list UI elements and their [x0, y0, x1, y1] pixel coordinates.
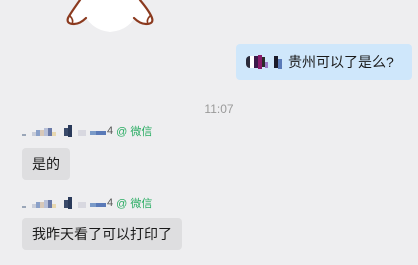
message-timestamp: 11:07	[204, 102, 234, 116]
outgoing-message-text: 贵州可以了是么?	[288, 54, 394, 70]
sender-name-redacted	[22, 125, 106, 137]
incoming-message-bubble[interactable]: 我昨天看了可以打印了	[22, 218, 182, 250]
incoming-message-bubble[interactable]: 是的	[22, 148, 70, 180]
sender-info: 4 @ 微信	[22, 196, 152, 210]
sender-info: 4 @ 微信	[22, 124, 152, 138]
pixelated-emoji-icon	[246, 55, 282, 69]
sender-name-suffix: 4	[107, 197, 114, 209]
cartoon-sticker-icon[interactable]	[60, 0, 160, 34]
wechat-source-tag: @ 微信	[116, 198, 153, 210]
sender-name-suffix: 4	[107, 125, 114, 137]
sender-name-redacted	[22, 197, 106, 209]
chat-message-area[interactable]: 贵州可以了是么? 11:07 4 @ 微信 是的 4 @ 微信 我昨天看了可以打…	[0, 0, 418, 265]
wechat-source-tag: @ 微信	[116, 126, 153, 138]
outgoing-message-bubble[interactable]: 贵州可以了是么?	[236, 44, 412, 80]
